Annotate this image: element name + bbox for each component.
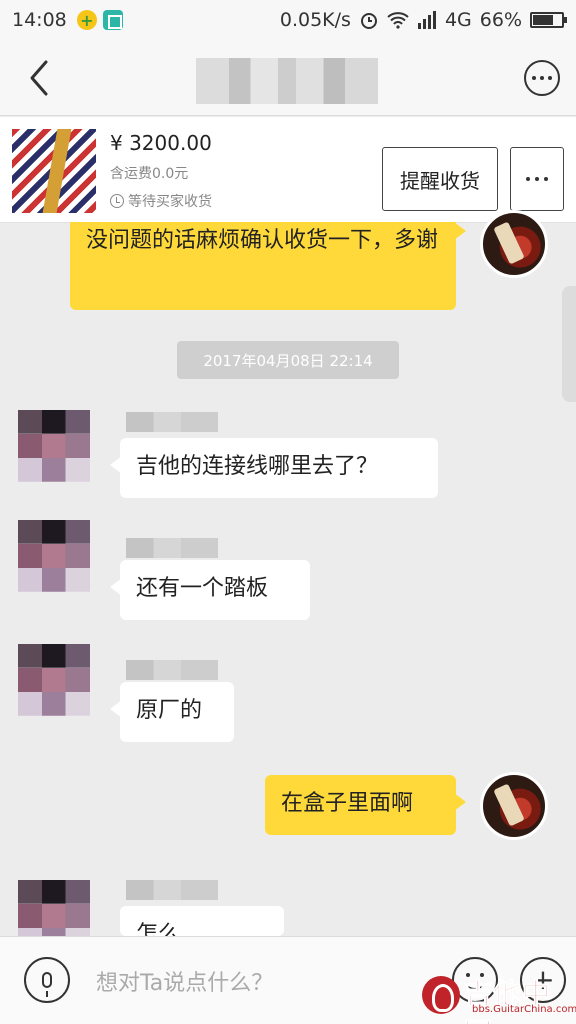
battery-percent: 66% — [479, 9, 522, 31]
sender-name-blurred — [126, 880, 218, 900]
order-card[interactable]: ¥ 3200.00 含运费0.0元 等待买家收货 提醒收货 — [0, 117, 576, 223]
status-bar: 14:08 + 0.05K/s 4G 66% — [0, 0, 576, 40]
remind-receipt-button[interactable]: 提醒收货 — [382, 147, 498, 211]
battery-icon — [530, 12, 567, 28]
message-text: 还有一个踏板 — [136, 576, 269, 601]
message-bubble-incoming[interactable]: 原厂的 — [110, 682, 234, 742]
chat-title-blurred — [196, 58, 378, 104]
message-text: 没问题的话麻烦确认收货一下，多谢 — [86, 228, 439, 253]
alarm-icon — [360, 13, 377, 29]
message-bubble-outgoing[interactable]: 在盒子里面啊 — [265, 775, 466, 835]
avatar-other[interactable] — [18, 410, 90, 482]
scan-icon — [102, 10, 123, 30]
clock-icon — [110, 194, 124, 208]
order-price: ¥ 3200.00 — [110, 131, 212, 155]
message-bubble-incoming[interactable]: 还有一个踏板 — [110, 560, 310, 620]
message-bubble-incoming[interactable]: 吉他的连接线哪里去了？ — [110, 438, 438, 498]
sender-name-blurred — [126, 412, 218, 432]
plus-circle-icon: + — [76, 10, 97, 30]
order-status: 等待买家收货 — [110, 191, 212, 211]
message-bubble-outgoing[interactable]: 没问题的话麻烦确认收货一下，多谢 — [70, 222, 466, 310]
more-dots-icon[interactable] — [510, 147, 564, 211]
network-speed: 0.05K/s — [279, 9, 351, 31]
message-text: 怎么 — [136, 922, 181, 936]
message-text: 原厂的 — [136, 698, 203, 723]
message-text: 吉他的连接线哪里去了？ — [136, 454, 379, 479]
avatar-other[interactable] — [18, 644, 90, 716]
sender-name-blurred — [126, 660, 218, 680]
message-bubble-incoming[interactable]: 怎么 — [120, 906, 284, 936]
nav-bar — [0, 40, 576, 116]
product-thumbnail[interactable] — [12, 129, 96, 213]
chevron-left-icon[interactable] — [24, 58, 60, 98]
microphone-icon[interactable] — [24, 957, 70, 1003]
watermark: 吉他中国 bbs.GuitarChina.com — [422, 972, 576, 1024]
guitar-logo-icon — [422, 976, 460, 1014]
status-time: 14:08 — [12, 9, 67, 31]
order-status-text: 等待买家收货 — [128, 194, 212, 210]
avatar-other[interactable] — [18, 520, 90, 592]
wifi-icon — [387, 12, 409, 29]
chat-timestamp: 2017年04月08日 22:14 — [177, 341, 399, 379]
avatar-self[interactable] — [480, 210, 548, 278]
signal-icon — [417, 11, 436, 29]
message-input[interactable]: 想对Ta说点什么？ — [96, 965, 273, 997]
watermark-url: bbs.GuitarChina.com — [472, 1004, 576, 1015]
more-circle-icon[interactable] — [524, 60, 560, 96]
order-freight: 含运费0.0元 — [110, 166, 189, 182]
network-type: 4G — [444, 9, 472, 31]
sender-name-blurred — [126, 538, 218, 558]
watermark-text: 吉他中国 — [464, 977, 552, 1024]
avatar-self[interactable] — [480, 772, 548, 840]
side-drawer-handle[interactable] — [562, 286, 576, 402]
message-text: 在盒子里面啊 — [281, 791, 414, 816]
